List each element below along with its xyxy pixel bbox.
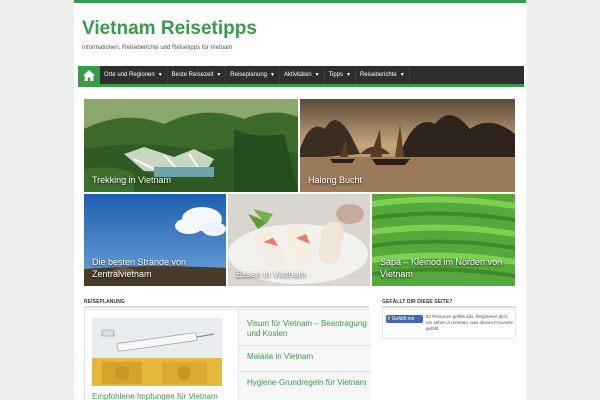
- nav-item-label: Reiseplanung: [230, 72, 267, 78]
- caret-down-icon: ▼: [216, 72, 222, 78]
- site-title[interactable]: Vietnam Reisetipps: [82, 18, 257, 40]
- nav-item-label: Beste Reisezeit: [171, 72, 214, 78]
- nav-item-label: Aktivitäten: [283, 72, 312, 78]
- article-link-hygiene[interactable]: Hygiene-Grundregeln für Vietnam: [247, 378, 366, 388]
- article-link-visum[interactable]: Visum für Vietnam – Beantragung und Kost…: [247, 319, 367, 339]
- section-title-reiseplanung: REISEPLANUNG: [84, 299, 125, 305]
- facebook-icon: f: [388, 316, 390, 322]
- nav-item-tipps[interactable]: Tipps ▼: [325, 66, 356, 84]
- caret-down-icon: ▼: [157, 72, 163, 78]
- featured-tile-label: Sapa – Kleinod im Norden von Vietnam: [380, 257, 503, 279]
- caret-down-icon: ▼: [314, 72, 320, 78]
- syringe-image: [92, 318, 222, 386]
- section-title-facebook: GEFÄLLT DIR DIESE SEITE?: [382, 299, 453, 305]
- list-divider: [239, 371, 371, 372]
- featured-tile-label: Essen in Vietnam: [236, 269, 306, 279]
- facebook-like-box: f Gefällt mir 82 Personen gefällt das. R…: [382, 309, 516, 339]
- nav-item-label: Orte und Regionen: [104, 72, 155, 78]
- featured-tile-straende[interactable]: Die besten Strände von Zentralvietnam: [84, 194, 226, 286]
- featured-tile-essen[interactable]: Essen in Vietnam: [228, 194, 370, 286]
- featured-tile-halong[interactable]: Halong Bucht: [300, 99, 515, 192]
- caret-down-icon: ▼: [346, 72, 351, 78]
- article-link-malaria[interactable]: Malaria in Vietnam: [247, 352, 313, 362]
- nav-item-reiseplanung[interactable]: Reiseplanung ▼: [226, 66, 280, 84]
- facebook-like-label: Gefällt mir: [391, 316, 415, 322]
- nav-item-label: Reiseberichte: [360, 72, 397, 78]
- nav-item-aktivitaeten[interactable]: Aktivitäten ▼: [280, 66, 325, 84]
- nav-item-orte-und-regionen[interactable]: Orte und Regionen ▼: [100, 66, 168, 84]
- section-divider: [382, 306, 516, 308]
- featured-tile-sapa[interactable]: Sapa – Kleinod im Norden von Vietnam: [372, 194, 515, 286]
- featured-tile-trekking[interactable]: Trekking in Vietnam: [84, 99, 298, 192]
- caret-down-icon: ▼: [270, 72, 275, 78]
- nav-item-reiseberichte[interactable]: Reiseberichte ▼: [356, 66, 410, 84]
- site-tagline: Informationen, Reiseberichte und Reiseti…: [82, 45, 233, 51]
- section-divider: [84, 306, 369, 308]
- facebook-like-button[interactable]: f Gefällt mir: [386, 315, 423, 323]
- reiseplanung-link-list: Visum für Vietnam – Beantragung und Kost…: [238, 310, 371, 400]
- vaccination-image[interactable]: [92, 318, 222, 386]
- facebook-like-text: 82 Personen gefällt das. Registriere dic…: [426, 314, 514, 331]
- featured-tile-label: Trekking in Vietnam: [92, 175, 172, 185]
- list-divider: [239, 345, 371, 346]
- nav-item-label: Tipps: [328, 72, 344, 78]
- nav-item-beste-reisezeit[interactable]: Beste Reisezeit ▼: [168, 66, 227, 84]
- article-link-impfungen[interactable]: Empfohlene Impfungen für Vietnam: [92, 392, 218, 400]
- featured-tile-label: Halong Bucht: [308, 175, 363, 185]
- featured-grid: Trekking in Vietnam Halong Bucht Die bes…: [84, 99, 515, 286]
- page-container: Vietnam Reisetipps Informationen, Reiseb…: [74, 0, 526, 400]
- reiseplanung-box: Empfohlene Impfungen für Vietnam Visum f…: [84, 309, 371, 400]
- nav-home-button[interactable]: [78, 66, 100, 84]
- caret-down-icon: ▼: [399, 72, 405, 78]
- main-navigation: Orte und Regionen ▼ Beste Reisezeit ▼ Re…: [78, 66, 524, 87]
- home-icon: [83, 69, 95, 81]
- featured-tile-label: Die besten Strände von Zentralvietnam: [92, 257, 187, 279]
